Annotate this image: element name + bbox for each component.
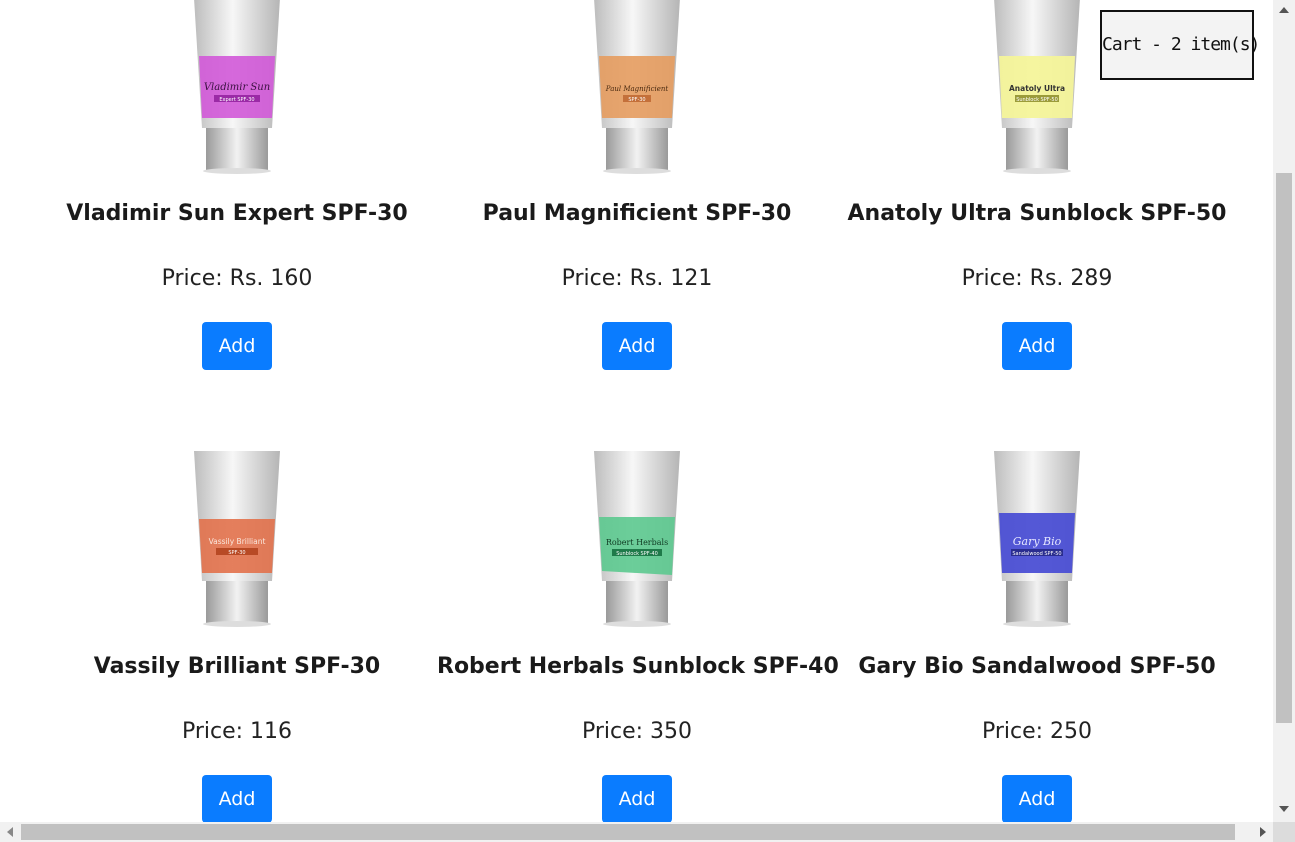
tube-label-main: Paul Magnificient — [605, 85, 669, 93]
add-to-cart-button[interactable]: Add — [602, 775, 672, 822]
product-name: Anatoly Ultra Sunblock SPF-50 — [847, 201, 1227, 226]
tube-label-sub: SPF-30 — [228, 550, 245, 556]
tube-label-main: Robert Herbals — [606, 538, 668, 547]
scroll-up-arrow-icon[interactable] — [1279, 7, 1289, 13]
tube-label-sub: Sunblock SPF-50 — [1016, 97, 1058, 103]
add-to-cart-button[interactable]: Add — [202, 322, 272, 370]
product-price: Price: Rs. 160 — [161, 266, 313, 291]
tube-label-sub: SPF-30 — [628, 97, 645, 103]
cart-button[interactable]: Cart - 2 item(s) — [1100, 10, 1260, 80]
product-image: Gary Bio Sandalwood SPF-50 — [994, 451, 1080, 627]
scroll-left-arrow-icon[interactable] — [7, 827, 13, 837]
tube-label-main: Vladimir Sun — [204, 82, 270, 93]
product-price: Price: 250 — [981, 719, 1093, 744]
horizontal-scroll-thumb[interactable] — [21, 824, 1235, 840]
product-image: Vassily Brilliant SPF-30 — [194, 451, 280, 627]
product-name: Robert Herbals Sunblock SPF-40 — [437, 654, 839, 679]
product-name: Vassily Brilliant SPF-30 — [93, 654, 381, 679]
scroll-down-arrow-icon[interactable] — [1279, 806, 1289, 812]
add-to-cart-button[interactable]: Add — [1002, 322, 1072, 370]
add-to-cart-button[interactable]: Add — [1002, 775, 1072, 822]
product-name: Paul Magnificient SPF-30 — [482, 201, 792, 226]
vertical-scrollbar[interactable] — [1273, 0, 1295, 822]
horizontal-scrollbar[interactable] — [0, 822, 1273, 842]
product-price: Price: Rs. 121 — [561, 266, 713, 291]
product-image: Vladimir Sun Expert SPF-30 — [194, 0, 280, 174]
product-price: Price: Rs. 289 — [961, 266, 1113, 291]
scroll-right-arrow-icon[interactable] — [1260, 827, 1266, 837]
add-to-cart-button[interactable]: Add — [202, 775, 272, 822]
tube-label-main: Gary Bio — [1013, 535, 1062, 548]
product-price: Price: 116 — [181, 719, 293, 744]
product-image: Robert Herbals Sunblock SPF-40 — [594, 451, 680, 627]
tube-label-sub: Sunblock SPF-40 — [616, 551, 658, 557]
tube-label-main: Vassily Brilliant — [209, 537, 266, 546]
vertical-scroll-thumb[interactable] — [1276, 173, 1292, 723]
product-image: Anatoly Ultra Sunblock SPF-50 — [994, 0, 1080, 174]
tube-label-sub: Sandalwood SPF-50 — [1012, 551, 1061, 557]
tube-label-sub: Expert SPF-30 — [219, 97, 254, 103]
product-name: Gary Bio Sandalwood SPF-50 — [858, 654, 1216, 679]
add-to-cart-button[interactable]: Add — [602, 322, 672, 370]
page-viewport: Vladimir Sun Expert SPF-30 Vladimir Sun … — [0, 0, 1273, 822]
product-price: Price: 350 — [581, 719, 693, 744]
tube-label-main: Anatoly Ultra — [1009, 84, 1065, 93]
product-image: Paul Magnificient SPF-30 — [594, 0, 680, 174]
scrollbar-corner — [1273, 822, 1295, 842]
product-name: Vladimir Sun Expert SPF-30 — [66, 201, 408, 226]
